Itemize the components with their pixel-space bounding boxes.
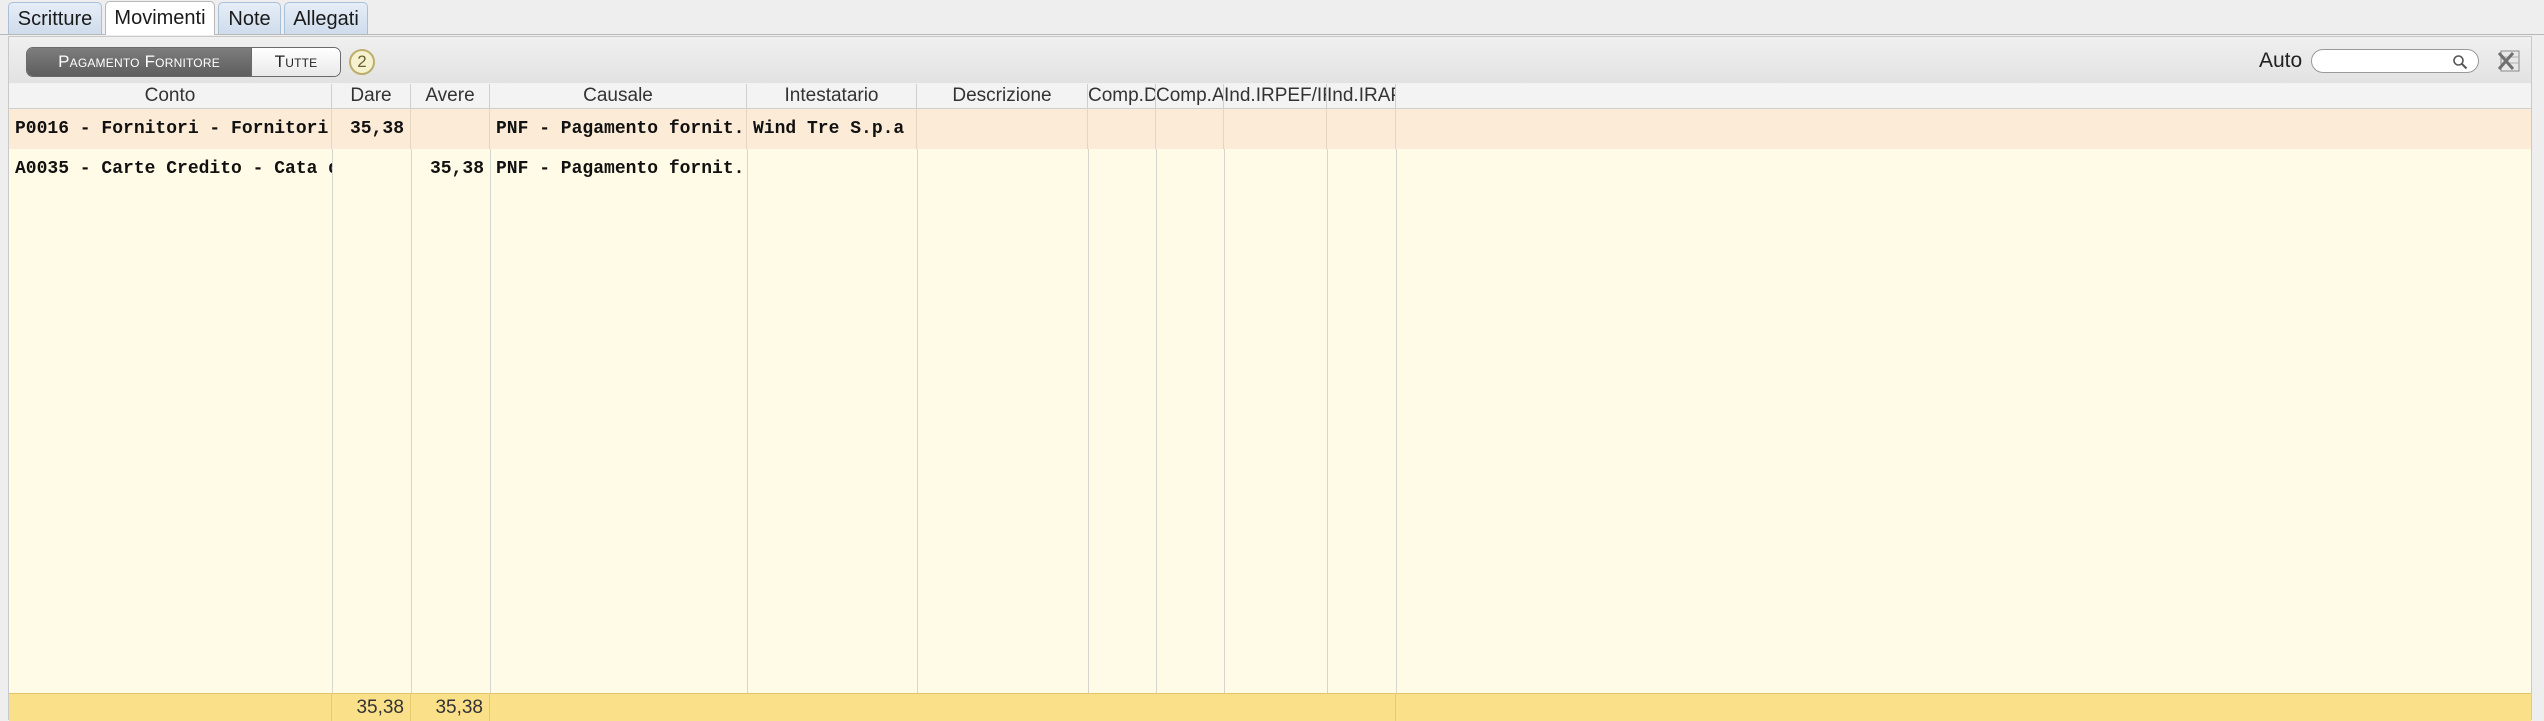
cell-ind-irap (1327, 109, 1396, 149)
total-avere: 35,38 (411, 694, 490, 721)
tab-strip: Scritture Movimenti Note Allegati (0, 0, 2544, 36)
column-header-ind-irpef-irpeg[interactable]: Ind.IRPEF/IRPEG (1224, 84, 1327, 108)
cell-comp-dal (1088, 149, 1156, 189)
table-header: Conto Dare Avere Causale Intestatario De… (9, 84, 2531, 109)
table-row[interactable]: A0035 - Carte Credito - Cata di credito … (9, 149, 2531, 189)
causale-filter-segmented-control: Pagamento Fornitore Tutte (26, 47, 341, 77)
column-header-descrizione[interactable]: Descrizione (917, 84, 1088, 108)
cell-intestatario: Wind Tre S.p.a (747, 109, 917, 149)
cell-dare (332, 149, 411, 189)
cell-ind-irap (1327, 149, 1396, 189)
movimenti-grid: Conto Dare Avere Causale Intestatario De… (9, 84, 2531, 721)
cell-ind-irpef (1224, 109, 1327, 149)
tab-strip-divider (0, 34, 2544, 35)
cell-conto: P0016 - Fornitori - Fornitori Imprese (9, 109, 332, 149)
cell-avere (411, 109, 490, 149)
column-header-intestatario[interactable]: Intestatario (747, 84, 917, 108)
tab-allegati[interactable]: Allegati (284, 2, 368, 34)
totals-filler (490, 694, 1396, 721)
search-input[interactable] (2311, 49, 2479, 73)
cell-causale: PNF - Pagamento fornit. (496, 159, 745, 179)
column-header-conto[interactable]: Conto (9, 84, 332, 108)
column-header-ind-irap[interactable]: Ind.IRAP (1327, 84, 1396, 108)
tab-movimenti[interactable]: Movimenti (105, 1, 215, 35)
cell-comp-al (1156, 149, 1224, 189)
excel-export-icon[interactable] (2497, 49, 2523, 73)
cell-ind-irpef (1224, 149, 1327, 189)
movimenti-panel: Pagamento Fornitore Tutte 2 Auto Conto D… (8, 36, 2532, 721)
count-badge: 2 (349, 49, 375, 75)
cell-comp-dal (1088, 109, 1156, 149)
auto-label: Auto (2259, 49, 2303, 72)
column-header-comp-dal[interactable]: Comp.Dal (1088, 84, 1156, 108)
cell-comp-al (1156, 109, 1224, 149)
totals-row: 35,38 35,38 (9, 693, 2531, 721)
tab-note[interactable]: Note (218, 2, 281, 34)
cell-dare: 35,38 (332, 109, 411, 149)
cell-causale: PNF - Pagamento fornit. (490, 109, 747, 149)
filter-pagamento-fornitore-button[interactable]: Pagamento Fornitore (27, 48, 251, 76)
cell-descrizione (917, 149, 1088, 189)
table-row[interactable]: P0016 - Fornitori - Fornitori Imprese 35… (9, 109, 2531, 149)
tab-scritture[interactable]: Scritture (8, 2, 102, 34)
filter-tutte-button[interactable]: Tutte (251, 48, 340, 76)
cell-avere: 35,38 (429, 159, 484, 179)
column-header-avere[interactable]: Avere (411, 84, 490, 108)
cell-descrizione (917, 109, 1088, 149)
column-header-comp-al[interactable]: Comp.Al (1156, 84, 1224, 108)
total-dare: 35,38 (332, 694, 411, 721)
cell-intestatario (747, 149, 917, 189)
totals-label-cell (9, 694, 332, 721)
toolbar: Pagamento Fornitore Tutte 2 Auto (9, 37, 2531, 83)
column-header-causale[interactable]: Causale (490, 84, 747, 108)
column-header-dare[interactable]: Dare (332, 84, 411, 108)
cell-conto: A0035 - Carte Credito - Cata di credito (15, 159, 332, 179)
search-icon[interactable] (2452, 54, 2468, 70)
